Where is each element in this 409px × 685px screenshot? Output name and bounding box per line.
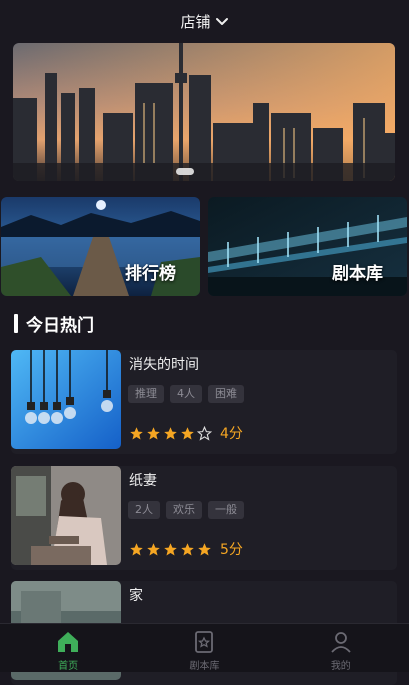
tab-script-library[interactable]: 剧本库 [136, 624, 272, 672]
section-marker [14, 314, 18, 333]
tab-label: 首页 [58, 661, 79, 672]
light-bulbs-image [11, 350, 121, 449]
store-selector[interactable]: 店铺 [0, 0, 409, 42]
star-filled-icon [147, 542, 160, 555]
star-filled-icon [198, 542, 211, 555]
section-header: 今日热门 [14, 311, 94, 336]
store-label: 店铺 [180, 12, 211, 31]
item-score: 4分 [220, 426, 243, 442]
ranking-card[interactable]: 排行榜 [1, 197, 200, 296]
tab-label: 我的 [330, 661, 351, 672]
item-tags: 2人 欢乐 一般 [128, 501, 244, 519]
item-thumbnail [11, 350, 121, 449]
star-filled-icon [147, 426, 160, 439]
star-filled-icon [130, 542, 143, 555]
list-item[interactable]: 纸妻 2人 欢乐 一般 5分 [11, 466, 397, 570]
item-title: 纸妻 [129, 473, 157, 489]
bottom-tab-bar: 首页 剧本库 我的 [0, 623, 409, 672]
item-tag: 4人 [170, 385, 202, 403]
item-tag: 欢乐 [166, 501, 202, 519]
star-filled-icon [164, 542, 177, 555]
woman-reading-image [11, 466, 121, 565]
carousel-indicator[interactable] [176, 168, 194, 175]
script-library-label: 剧本库 [332, 264, 383, 284]
chevron-down-icon [215, 18, 228, 25]
item-thumbnail [11, 466, 121, 565]
item-title: 家 [129, 588, 143, 604]
tab-profile[interactable]: 我的 [273, 624, 409, 672]
item-rating: 5分 [129, 539, 243, 559]
city-skyline-image [13, 43, 395, 181]
star-filled-icon [181, 426, 194, 439]
star-empty-icon [197, 425, 212, 441]
item-title: 消失的时间 [129, 357, 199, 373]
item-score: 5分 [220, 542, 243, 558]
script-library-icon [195, 631, 214, 653]
list-item[interactable]: 消失的时间 推理 4人 困难 4分 [11, 350, 397, 454]
item-tag: 一般 [208, 501, 244, 519]
home-icon [58, 632, 79, 652]
script-library-card[interactable]: 剧本库 [208, 197, 407, 296]
user-icon [331, 632, 351, 653]
star-filled-icon [181, 542, 194, 555]
section-title: 今日热门 [26, 316, 94, 336]
tab-label: 剧本库 [189, 661, 220, 672]
star-filled-icon [164, 426, 177, 439]
banner-carousel[interactable] [13, 43, 395, 181]
ranking-label: 排行榜 [125, 264, 176, 284]
star-filled-icon [130, 426, 143, 439]
item-tag: 2人 [128, 501, 160, 519]
item-tag: 困难 [208, 385, 244, 403]
tab-home[interactable]: 首页 [0, 624, 136, 672]
item-rating: 4分 [129, 423, 243, 443]
item-tag: 推理 [128, 385, 164, 403]
item-tags: 推理 4人 困难 [128, 385, 244, 403]
